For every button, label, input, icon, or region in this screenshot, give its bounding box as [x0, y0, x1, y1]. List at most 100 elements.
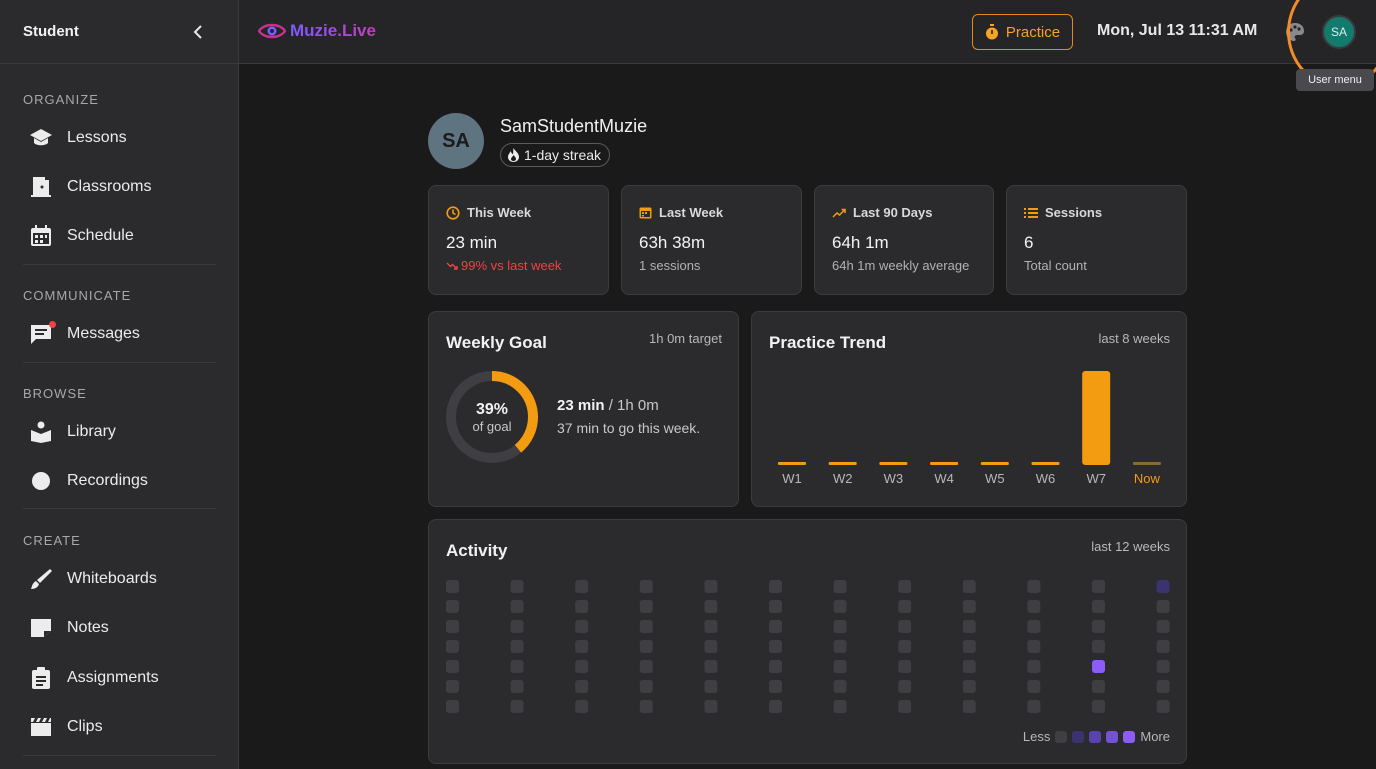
activity-cell[interactable] [769, 620, 782, 633]
activity-cell[interactable] [833, 700, 847, 713]
activity-cell[interactable] [639, 600, 653, 613]
activity-cell[interactable] [639, 580, 653, 593]
activity-cell[interactable] [1027, 600, 1041, 613]
activity-cell[interactable] [962, 620, 976, 633]
activity-cell[interactable] [962, 660, 976, 673]
sidebar-item-classrooms[interactable]: Classrooms [0, 165, 239, 209]
activity-cell[interactable] [704, 660, 718, 673]
activity-cell[interactable] [1092, 640, 1105, 653]
activity-cell[interactable] [833, 660, 847, 673]
activity-cell[interactable] [898, 660, 912, 673]
activity-cell[interactable] [1092, 580, 1105, 593]
activity-cell[interactable] [769, 580, 782, 593]
activity-cell[interactable] [962, 600, 976, 613]
activity-cell[interactable] [510, 680, 524, 693]
activity-cell[interactable] [704, 680, 718, 693]
activity-cell[interactable] [769, 660, 782, 673]
sidebar-item-library[interactable]: Library [0, 410, 239, 454]
sidebar-item-whiteboards[interactable]: Whiteboards [0, 557, 239, 601]
theme-button[interactable] [1285, 22, 1305, 42]
activity-cell[interactable] [510, 580, 524, 593]
activity-cell[interactable] [446, 620, 459, 633]
collapse-sidebar-button[interactable] [190, 24, 206, 40]
activity-cell[interactable] [639, 620, 653, 633]
activity-cell[interactable] [575, 580, 589, 593]
practice-button[interactable]: Practice [972, 14, 1073, 50]
activity-cell[interactable] [833, 620, 847, 633]
activity-cell[interactable] [962, 700, 976, 713]
activity-cell[interactable] [575, 700, 589, 713]
activity-cell[interactable] [1027, 700, 1041, 713]
activity-cell[interactable] [510, 660, 524, 673]
sidebar-item-messages[interactable]: Messages [0, 312, 239, 356]
activity-cell[interactable] [1027, 620, 1041, 633]
activity-cell[interactable] [575, 660, 589, 673]
sidebar-item-lessons[interactable]: Lessons [0, 116, 239, 160]
activity-cell[interactable] [704, 700, 718, 713]
activity-cell[interactable] [446, 600, 459, 613]
activity-cell[interactable] [1156, 620, 1170, 633]
activity-cell[interactable] [1092, 620, 1105, 633]
activity-cell[interactable] [769, 680, 782, 693]
activity-cell[interactable] [446, 580, 459, 593]
activity-cell[interactable] [962, 640, 976, 653]
activity-cell[interactable] [1027, 640, 1041, 653]
user-menu-avatar[interactable]: SA [1322, 15, 1356, 49]
activity-cell[interactable] [1156, 660, 1170, 673]
activity-cell[interactable] [1092, 700, 1105, 713]
activity-cell[interactable] [575, 620, 589, 633]
activity-cell[interactable] [510, 600, 524, 613]
activity-cell[interactable] [898, 620, 912, 633]
activity-cell[interactable] [510, 640, 524, 653]
activity-cell[interactable] [833, 680, 847, 693]
activity-cell[interactable] [1156, 600, 1170, 613]
activity-cell[interactable] [446, 660, 459, 673]
sidebar-item-label: Lessons [67, 129, 127, 146]
activity-cell[interactable] [898, 680, 912, 693]
activity-cell[interactable] [898, 700, 912, 713]
activity-cell[interactable] [446, 700, 459, 713]
activity-cell[interactable] [1027, 660, 1041, 673]
activity-cell[interactable] [1156, 680, 1170, 693]
activity-cell[interactable] [639, 640, 653, 653]
sidebar-item-recordings[interactable]: Recordings [0, 459, 239, 503]
activity-cell[interactable] [704, 580, 718, 593]
activity-cell[interactable] [639, 700, 653, 713]
activity-cell[interactable] [446, 680, 459, 693]
activity-cell[interactable] [1027, 580, 1041, 593]
activity-cell[interactable] [704, 600, 718, 613]
activity-cell[interactable] [1092, 680, 1105, 693]
activity-cell[interactable] [704, 620, 718, 633]
activity-cell[interactable] [833, 640, 847, 653]
sidebar-item-notes[interactable]: Notes [0, 606, 239, 650]
activity-cell[interactable] [575, 640, 589, 653]
activity-cell[interactable] [898, 580, 912, 593]
activity-cell[interactable] [1092, 660, 1105, 673]
activity-cell[interactable] [1156, 640, 1170, 653]
activity-cell[interactable] [639, 680, 653, 693]
activity-cell[interactable] [704, 640, 718, 653]
brand-logo[interactable]: Muzie.Live [258, 20, 376, 42]
activity-cell[interactable] [1156, 580, 1170, 593]
activity-cell[interactable] [575, 600, 589, 613]
sidebar-item-assignments[interactable]: Assignments [0, 656, 239, 700]
activity-cell[interactable] [639, 660, 653, 673]
activity-cell[interactable] [1027, 680, 1041, 693]
activity-cell[interactable] [833, 580, 847, 593]
activity-cell[interactable] [575, 680, 589, 693]
activity-cell[interactable] [898, 600, 912, 613]
activity-cell[interactable] [769, 600, 782, 613]
sidebar-item-schedule[interactable]: Schedule [0, 214, 239, 258]
activity-cell[interactable] [898, 640, 912, 653]
activity-cell[interactable] [769, 700, 782, 713]
activity-cell[interactable] [510, 700, 524, 713]
activity-cell[interactable] [962, 680, 976, 693]
activity-cell[interactable] [769, 640, 782, 653]
activity-cell[interactable] [1156, 700, 1170, 713]
activity-cell[interactable] [1092, 600, 1105, 613]
activity-cell[interactable] [446, 640, 459, 653]
activity-cell[interactable] [962, 580, 976, 593]
activity-cell[interactable] [510, 620, 524, 633]
activity-cell[interactable] [833, 600, 847, 613]
sidebar-item-clips[interactable]: Clips [0, 705, 239, 749]
